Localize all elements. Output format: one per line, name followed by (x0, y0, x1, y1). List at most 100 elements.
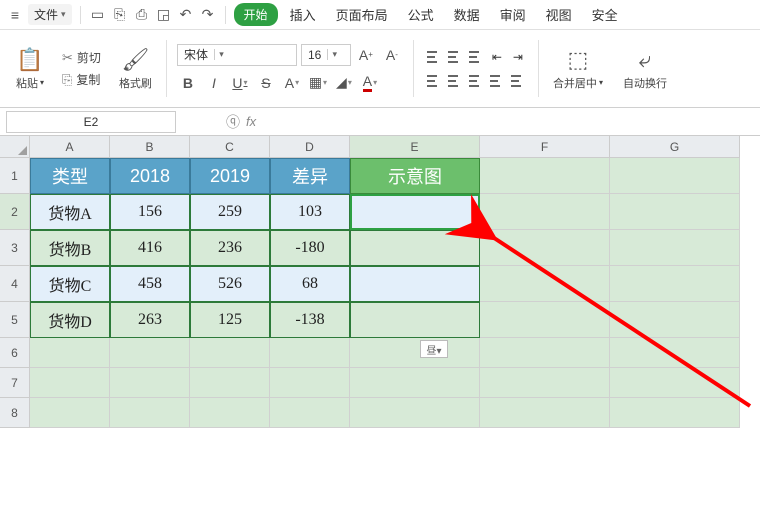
cell-g1[interactable] (610, 158, 740, 194)
cell-e3[interactable] (350, 230, 480, 266)
cell-a8[interactable] (30, 398, 110, 428)
cell-d1[interactable]: 差异 (270, 158, 350, 194)
cell-f3[interactable] (480, 230, 610, 266)
cell-d7[interactable] (270, 368, 350, 398)
function-help-icon[interactable]: ⓠ (226, 112, 240, 132)
cell-f8[interactable] (480, 398, 610, 428)
cell-g3[interactable] (610, 230, 740, 266)
cell-f1[interactable] (480, 158, 610, 194)
cell-b8[interactable] (110, 398, 190, 428)
cell-a7[interactable] (30, 368, 110, 398)
cell-f4[interactable] (480, 266, 610, 302)
font-size-select[interactable]: 16 ▾ (301, 44, 351, 66)
align-top-button[interactable] (424, 48, 444, 66)
italic-button[interactable]: I (203, 72, 225, 94)
cell-g2[interactable] (610, 194, 740, 230)
cell-d5[interactable]: -138 (270, 302, 350, 338)
increase-indent-button[interactable]: ⇥ (508, 48, 528, 66)
fx-icon[interactable]: fx (246, 114, 256, 129)
select-all-triangle[interactable] (0, 136, 30, 158)
col-header-e[interactable]: E (350, 136, 480, 158)
cell-d8[interactable] (270, 398, 350, 428)
cell-f7[interactable] (480, 368, 610, 398)
wrap-text-button[interactable]: ⤶ 自动换行 (619, 45, 671, 93)
cell-a6[interactable] (30, 338, 110, 368)
cell-a2[interactable]: 货物A (30, 194, 110, 230)
cell-d3[interactable]: -180 (270, 230, 350, 266)
underline-button[interactable]: U▾ (229, 72, 251, 94)
grow-font-button[interactable]: A+ (355, 44, 377, 66)
row-header-5[interactable]: 5 (0, 302, 30, 338)
redo-icon[interactable]: ↷ (199, 6, 217, 24)
format-painter-button[interactable]: 🖌 格式刷 (115, 45, 156, 93)
tab-layout[interactable]: 页面布局 (328, 1, 396, 28)
tab-review[interactable]: 审阅 (492, 1, 534, 28)
tab-view[interactable]: 视图 (538, 1, 580, 28)
row-header-3[interactable]: 3 (0, 230, 30, 266)
cell-c3[interactable]: 236 (190, 230, 270, 266)
col-header-f[interactable]: F (480, 136, 610, 158)
row-header-7[interactable]: 7 (0, 368, 30, 398)
cell-e8[interactable] (350, 398, 480, 428)
cell-c8[interactable] (190, 398, 270, 428)
cell-f2[interactable] (480, 194, 610, 230)
cell-b6[interactable] (110, 338, 190, 368)
cell-d6[interactable] (270, 338, 350, 368)
col-header-d[interactable]: D (270, 136, 350, 158)
cell-b4[interactable]: 458 (110, 266, 190, 302)
print-icon[interactable]: ⎙ (133, 6, 151, 24)
file-menu[interactable]: 文件 ▾ (28, 4, 72, 25)
strikethrough-button[interactable]: S (255, 72, 277, 94)
cell-b2[interactable]: 156 (110, 194, 190, 230)
justify-button[interactable] (487, 72, 507, 90)
align-middle-button[interactable] (445, 48, 465, 66)
cell-f5[interactable] (480, 302, 610, 338)
cell-e5[interactable] (350, 302, 480, 338)
merge-center-button[interactable]: ⬚ 合并居中▾ (549, 45, 607, 93)
cut-button[interactable]: ✂剪切 (60, 48, 103, 67)
col-header-b[interactable]: B (110, 136, 190, 158)
row-header-6[interactable]: 6 (0, 338, 30, 368)
cell-a5[interactable]: 货物D (30, 302, 110, 338)
undo-icon[interactable]: ↶ (177, 6, 195, 24)
cell-d2[interactable]: 103 (270, 194, 350, 230)
cell-d4[interactable]: 68 (270, 266, 350, 302)
cell-c1[interactable]: 2019 (190, 158, 270, 194)
cell-c7[interactable] (190, 368, 270, 398)
hamburger-icon[interactable]: ≡ (6, 6, 24, 24)
cell-g5[interactable] (610, 302, 740, 338)
cell-c6[interactable] (190, 338, 270, 368)
cell-c5[interactable]: 125 (190, 302, 270, 338)
distribute-button[interactable] (508, 72, 528, 90)
cell-a3[interactable]: 货物B (30, 230, 110, 266)
row-header-1[interactable]: 1 (0, 158, 30, 194)
align-left-button[interactable] (424, 72, 444, 90)
cell-c2[interactable]: 259 (190, 194, 270, 230)
row-header-8[interactable]: 8 (0, 398, 30, 428)
cell-e4[interactable] (350, 266, 480, 302)
cell-e6[interactable] (350, 338, 480, 368)
tab-start[interactable]: 开始 (234, 3, 278, 26)
cell-b1[interactable]: 2018 (110, 158, 190, 194)
name-box[interactable]: E2 (6, 111, 176, 133)
cell-e7[interactable] (350, 368, 480, 398)
cell-b3[interactable]: 416 (110, 230, 190, 266)
save-as-icon[interactable]: ⎘ (111, 6, 129, 24)
copy-button[interactable]: ⎘复制 (60, 70, 102, 89)
tab-data[interactable]: 数据 (446, 1, 488, 28)
col-header-c[interactable]: C (190, 136, 270, 158)
row-header-4[interactable]: 4 (0, 266, 30, 302)
cell-f6[interactable] (480, 338, 610, 368)
tab-security[interactable]: 安全 (584, 1, 626, 28)
cell-g4[interactable] (610, 266, 740, 302)
align-bottom-button[interactable] (466, 48, 486, 66)
borders-button[interactable]: ▦▾ (307, 72, 329, 94)
cell-b5[interactable]: 263 (110, 302, 190, 338)
cell-e2[interactable] (350, 194, 480, 230)
print-preview-icon[interactable]: ◲ (155, 6, 173, 24)
cell-e1[interactable]: 示意图 (350, 158, 480, 194)
text-color-button[interactable]: A▾ (359, 72, 381, 94)
tab-insert[interactable]: 插入 (282, 1, 324, 28)
cell-g7[interactable] (610, 368, 740, 398)
cell-c4[interactable]: 526 (190, 266, 270, 302)
